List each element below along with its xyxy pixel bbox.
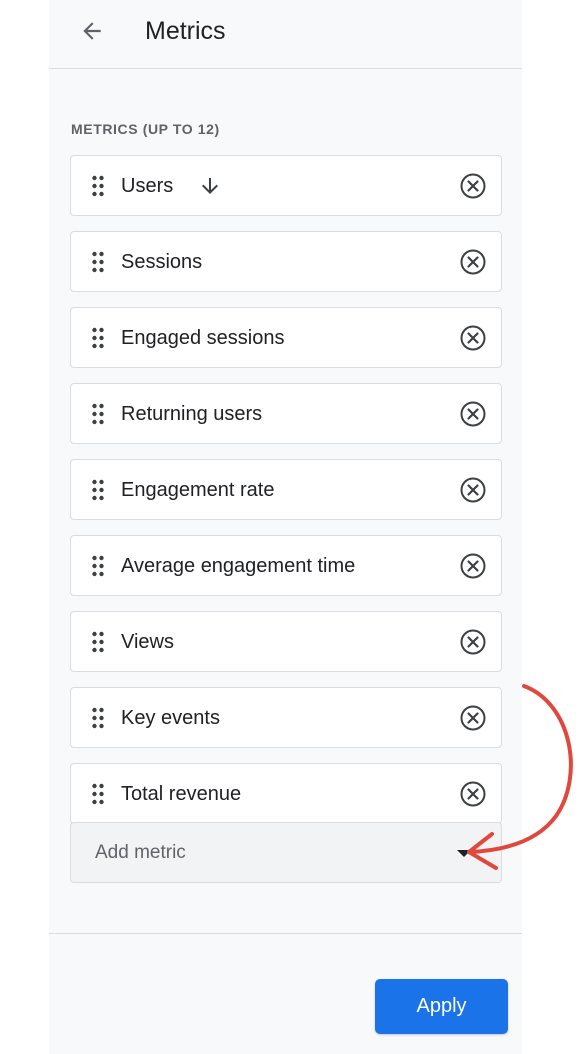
apply-button[interactable]: Apply: [375, 979, 508, 1034]
remove-metric-icon[interactable]: [459, 476, 487, 504]
footer-divider: [49, 933, 522, 934]
drag-handle-icon[interactable]: [91, 175, 105, 197]
metric-chip-users[interactable]: Users: [70, 155, 502, 216]
back-button[interactable]: [75, 14, 109, 48]
metric-chip-sessions[interactable]: Sessions: [70, 231, 502, 292]
metric-chip-total-revenue[interactable]: Total revenue: [70, 763, 502, 824]
metric-label: Sessions: [121, 251, 203, 273]
metric-list: Users Sessions Engaged sessions Returnin…: [70, 155, 502, 839]
arrow-left-icon: [83, 22, 101, 40]
drag-handle-icon[interactable]: [91, 251, 105, 273]
metric-label: Engagement rate: [121, 479, 275, 501]
drag-handle-icon[interactable]: [91, 403, 105, 425]
remove-metric-icon[interactable]: [459, 780, 487, 808]
remove-metric-icon[interactable]: [459, 552, 487, 580]
remove-metric-icon[interactable]: [459, 248, 487, 276]
remove-metric-icon[interactable]: [459, 628, 487, 656]
drag-handle-icon[interactable]: [91, 783, 105, 805]
metric-label: Views: [121, 631, 174, 653]
sort-descending-icon[interactable]: [198, 173, 222, 199]
metric-label: Engaged sessions: [121, 327, 285, 349]
metric-label: Returning users: [121, 403, 263, 425]
remove-metric-icon[interactable]: [459, 172, 487, 200]
metric-chip-views[interactable]: Views: [70, 611, 502, 672]
remove-metric-icon[interactable]: [459, 704, 487, 732]
section-label: METRICS (UP TO 12): [71, 121, 220, 137]
drag-handle-icon[interactable]: [91, 479, 105, 501]
metric-chip-engagement-rate[interactable]: Engagement rate: [70, 459, 502, 520]
metric-chip-engaged-sessions[interactable]: Engaged sessions: [70, 307, 502, 368]
metric-label: Users: [121, 175, 174, 197]
metric-label: Key events: [121, 707, 220, 729]
panel-header: Metrics: [49, 0, 522, 69]
drag-handle-icon[interactable]: [91, 631, 105, 653]
drag-handle-icon[interactable]: [91, 327, 105, 349]
metric-chip-average-engagement-time[interactable]: Average engagement time: [70, 535, 502, 596]
metric-chip-returning-users[interactable]: Returning users: [70, 383, 502, 444]
remove-metric-icon[interactable]: [459, 324, 487, 352]
metrics-panel: Metrics METRICS (UP TO 12) Users Session…: [49, 0, 522, 1054]
page-title: Metrics: [145, 17, 226, 45]
metric-chip-key-events[interactable]: Key events: [70, 687, 502, 748]
dropdown-arrow-icon: [457, 850, 471, 857]
metric-label: Average engagement time: [121, 555, 356, 577]
drag-handle-icon[interactable]: [91, 555, 105, 577]
metric-label: Total revenue: [121, 783, 242, 805]
remove-metric-icon[interactable]: [459, 400, 487, 428]
add-metric-placeholder: Add metric: [95, 842, 186, 863]
add-metric-dropdown[interactable]: Add metric: [70, 822, 502, 883]
drag-handle-icon[interactable]: [91, 707, 105, 729]
